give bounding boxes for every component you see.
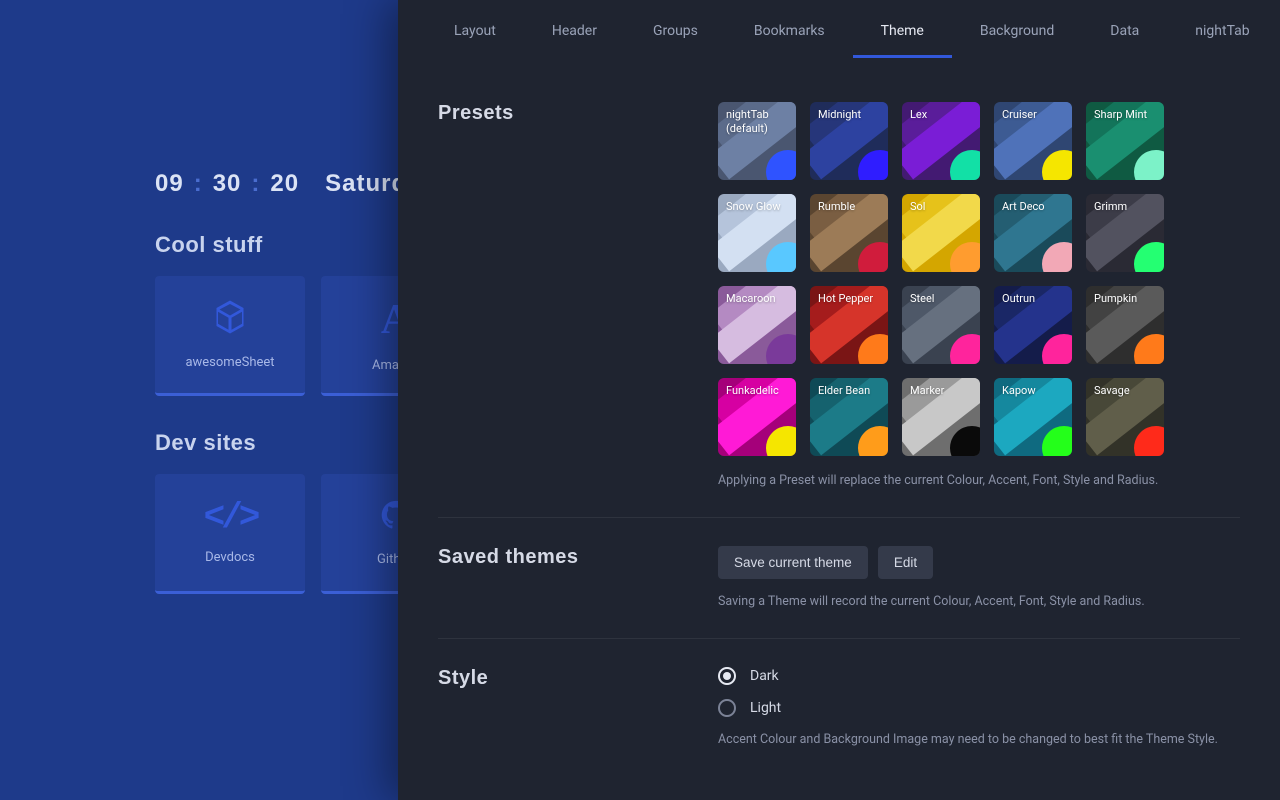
section-style: Style Dark Light Accent Colour and Backg… xyxy=(438,651,1240,776)
theme-preset[interactable]: nightTab (default) xyxy=(718,102,796,180)
preset-label: Cruiser xyxy=(1002,108,1066,122)
tab-bookmarks[interactable]: Bookmarks xyxy=(726,3,853,58)
theme-preset[interactable]: Grimm xyxy=(1086,194,1164,272)
tile-label: awesomeSheet xyxy=(185,355,274,370)
preset-label: Grimm xyxy=(1094,200,1158,214)
style-radio-dark[interactable]: Dark xyxy=(718,667,1240,685)
radio-label: Dark xyxy=(750,668,779,684)
theme-preset[interactable]: Marker xyxy=(902,378,980,456)
preset-label: Kapow xyxy=(1002,384,1066,398)
preset-label: nightTab (default) xyxy=(726,108,790,137)
theme-preset[interactable]: Sol xyxy=(902,194,980,272)
section-presets: Presets nightTab (default) Midnight Lex Cru… xyxy=(438,86,1240,518)
section-title: Saved themes xyxy=(438,546,678,612)
theme-preset[interactable]: Midnight xyxy=(810,102,888,180)
preset-label: Macaroon xyxy=(726,292,790,306)
preset-label: Midnight xyxy=(818,108,882,122)
tab-nighttab[interactable]: nightTab xyxy=(1167,3,1277,58)
preset-label: Lex xyxy=(910,108,974,122)
theme-preset[interactable]: Snow Glow xyxy=(718,194,796,272)
theme-preset[interactable]: Funkadelic xyxy=(718,378,796,456)
clock-seconds: 20 xyxy=(270,170,299,198)
clock-minutes: 30 xyxy=(213,170,242,198)
theme-preset[interactable]: Elder Bean xyxy=(810,378,888,456)
preset-label: Art Deco xyxy=(1002,200,1066,214)
theme-preset[interactable]: Kapow xyxy=(994,378,1072,456)
section-title: Style xyxy=(438,667,678,750)
clock-hours: 09 xyxy=(155,170,184,198)
theme-preset[interactable]: Lex xyxy=(902,102,980,180)
edit-themes-button[interactable]: Edit xyxy=(878,546,933,579)
theme-preset[interactable]: Pumpkin xyxy=(1086,286,1164,364)
bookmark-tile[interactable]: awesomeSheet xyxy=(155,276,305,396)
preset-label: Steel xyxy=(910,292,974,306)
style-help-text: Accent Colour and Background Image may n… xyxy=(718,731,1240,750)
preset-label: Funkadelic xyxy=(726,384,790,398)
theme-preset[interactable]: Cruiser xyxy=(994,102,1072,180)
section-title: Presets xyxy=(438,102,678,491)
theme-preset[interactable]: Savage xyxy=(1086,378,1164,456)
preset-label: Outrun xyxy=(1002,292,1066,306)
tab-header[interactable]: Header xyxy=(524,3,625,58)
settings-body[interactable]: Presets nightTab (default) Midnight Lex Cru… xyxy=(398,60,1280,800)
presets-help-text: Applying a Preset will replace the curre… xyxy=(718,472,1240,491)
preset-label: Pumpkin xyxy=(1094,292,1158,306)
bookmark-tile[interactable]: </> Devdocs xyxy=(155,474,305,594)
clock-separator: : xyxy=(251,170,260,198)
d20-icon xyxy=(212,299,248,341)
theme-preset[interactable]: Outrun xyxy=(994,286,1072,364)
theme-preset[interactable]: Steel xyxy=(902,286,980,364)
settings-panel: Layout Header Groups Bookmarks Theme Bac… xyxy=(398,0,1280,800)
theme-preset[interactable]: Hot Pepper xyxy=(810,286,888,364)
preset-label: Sol xyxy=(910,200,974,214)
tab-layout[interactable]: Layout xyxy=(426,3,524,58)
section-saved-themes: Saved themes Save current theme Edit Sav… xyxy=(438,530,1240,639)
saved-help-text: Saving a Theme will record the current C… xyxy=(718,593,1240,612)
radio-label: Light xyxy=(750,700,781,716)
code-icon: </> xyxy=(204,500,257,536)
tab-theme[interactable]: Theme xyxy=(853,3,952,58)
preset-label: Rumble xyxy=(818,200,882,214)
preset-label: Hot Pepper xyxy=(818,292,882,306)
radio-icon xyxy=(718,667,736,685)
theme-preset[interactable]: Art Deco xyxy=(994,194,1072,272)
preset-grid: nightTab (default) Midnight Lex Cruiser Shar… xyxy=(718,102,1240,456)
preset-label: Snow Glow xyxy=(726,200,790,214)
clock-separator: : xyxy=(194,170,203,198)
theme-preset[interactable]: Sharp Mint xyxy=(1086,102,1164,180)
preset-label: Marker xyxy=(910,384,974,398)
theme-preset[interactable]: Rumble xyxy=(810,194,888,272)
style-radio-light[interactable]: Light xyxy=(718,699,1240,717)
preset-label: Elder Bean xyxy=(818,384,882,398)
save-theme-button[interactable]: Save current theme xyxy=(718,546,868,579)
theme-preset[interactable]: Macaroon xyxy=(718,286,796,364)
tile-label: Devdocs xyxy=(205,550,255,565)
settings-tabbar: Layout Header Groups Bookmarks Theme Bac… xyxy=(398,0,1280,60)
preset-label: Sharp Mint xyxy=(1094,108,1158,122)
tab-background[interactable]: Background xyxy=(952,3,1082,58)
radio-icon xyxy=(718,699,736,717)
tab-data[interactable]: Data xyxy=(1082,3,1167,58)
preset-label: Savage xyxy=(1094,384,1158,398)
tab-groups[interactable]: Groups xyxy=(625,3,726,58)
